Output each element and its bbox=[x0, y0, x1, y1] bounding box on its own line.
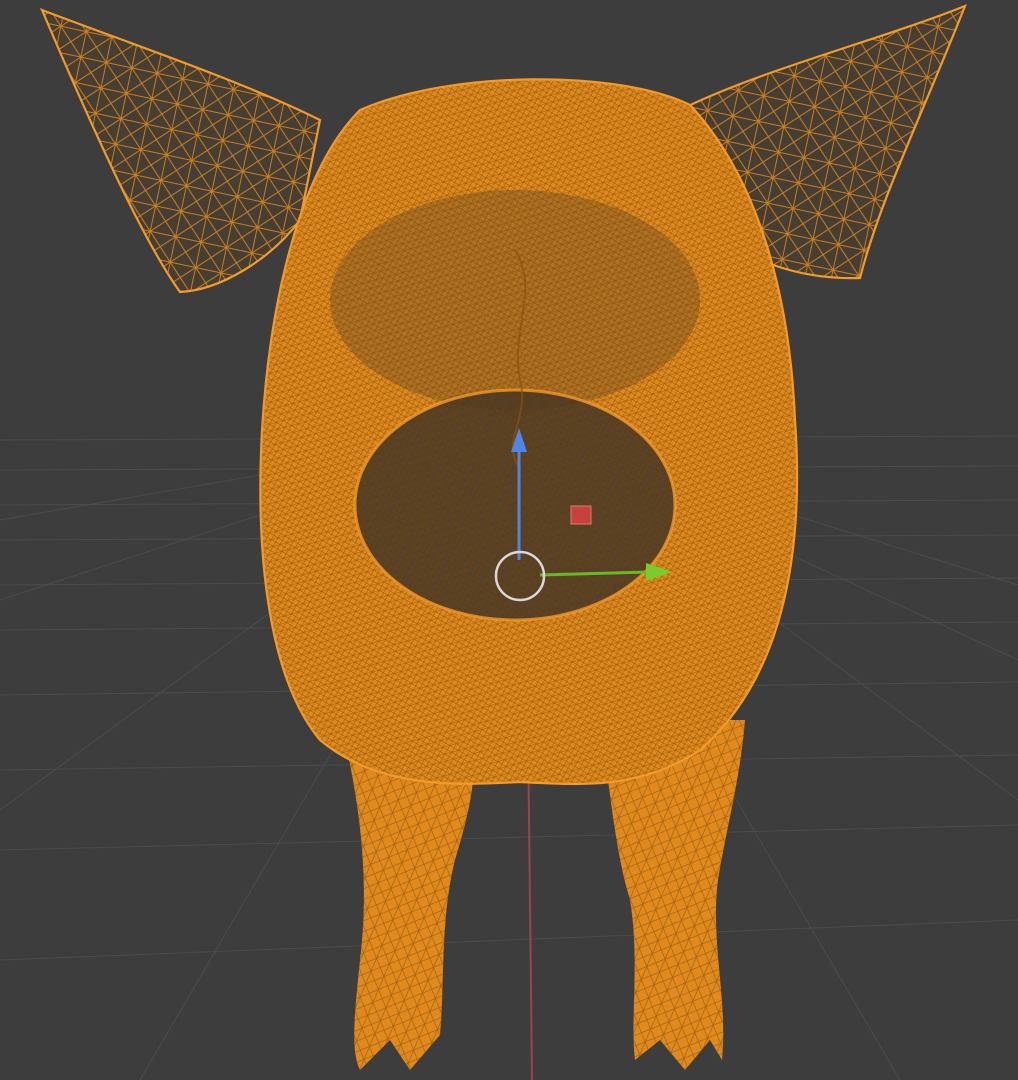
viewport-canvas[interactable] bbox=[0, 0, 1018, 1080]
3d-viewport[interactable] bbox=[0, 0, 1018, 1080]
pig-mesh[interactable] bbox=[39, 4, 967, 1070]
rump-shadow bbox=[330, 190, 700, 410]
light-marker-icon[interactable] bbox=[570, 505, 592, 525]
